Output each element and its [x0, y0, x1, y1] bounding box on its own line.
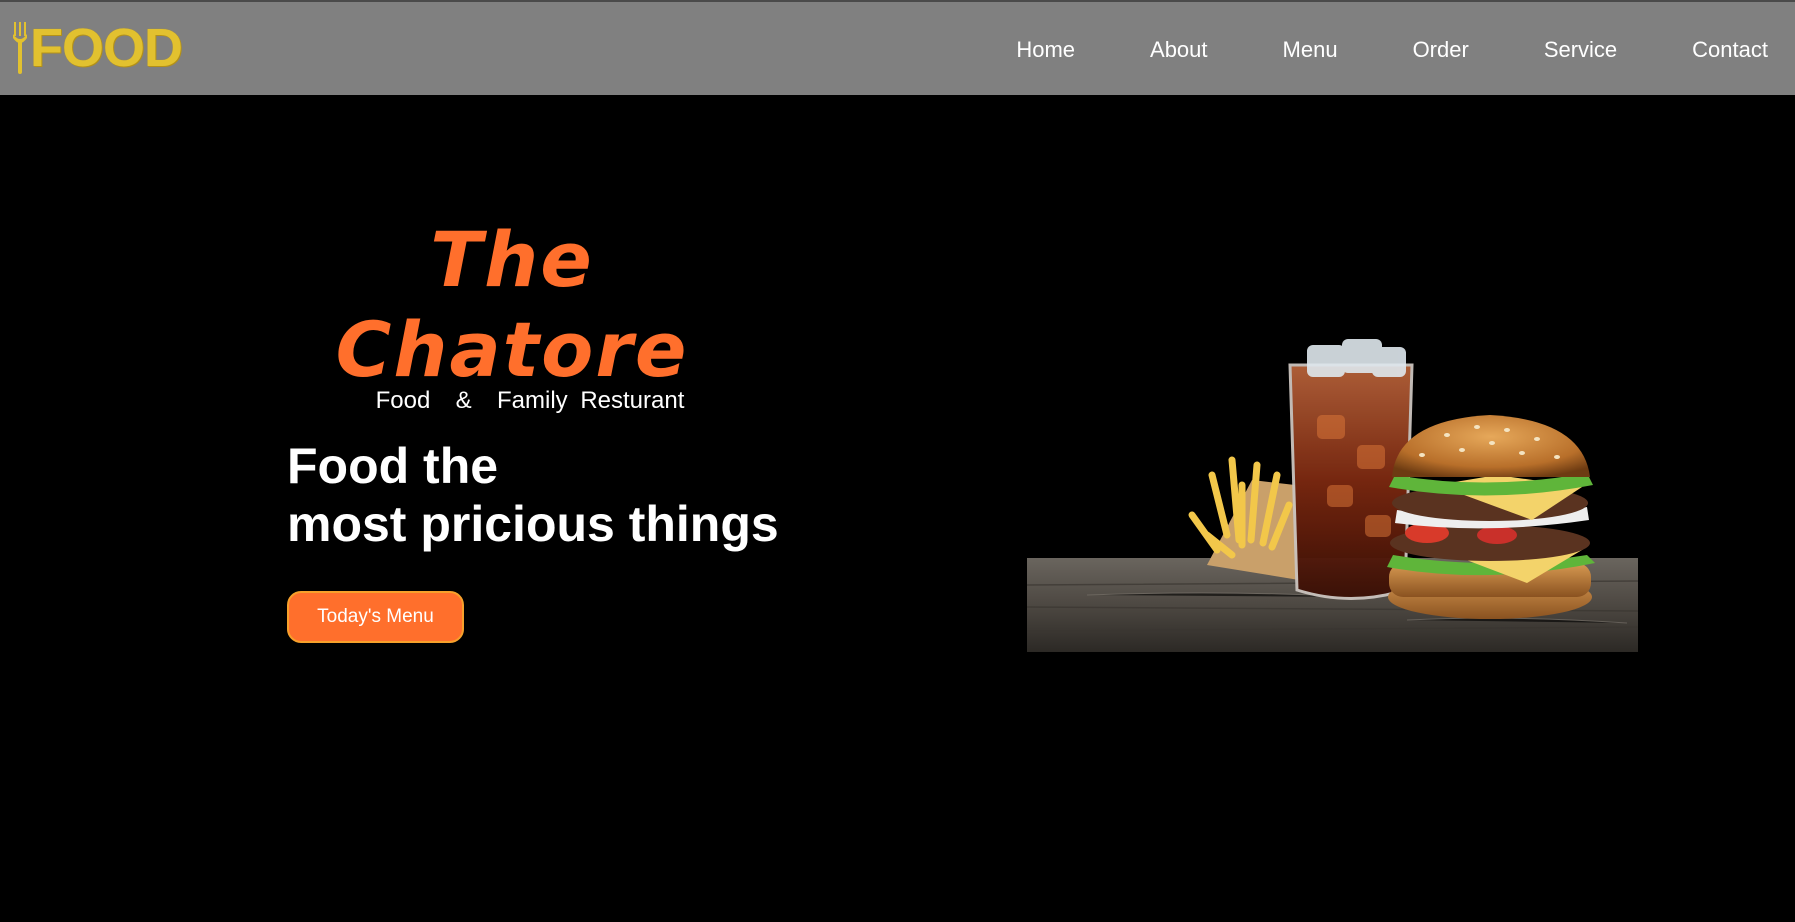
nav-menu[interactable]: Menu: [1283, 37, 1338, 63]
nav-about[interactable]: About: [1150, 37, 1208, 63]
nav-service[interactable]: Service: [1544, 37, 1617, 63]
site-logo[interactable]: FOOD: [12, 18, 183, 78]
logo-text: FOOD: [30, 18, 183, 78]
brand-block: The Chatore Food & Family Resturant: [280, 215, 780, 415]
nav-home[interactable]: Home: [1016, 37, 1075, 63]
navbar: FOOD Home About Menu Order Service Conta…: [0, 0, 1795, 95]
headline-line-1: Food the: [287, 438, 499, 494]
nav-order[interactable]: Order: [1413, 37, 1469, 63]
fork-icon: [13, 22, 27, 74]
burger-fries-cola-image: [1027, 339, 1638, 652]
brand-title: The Chatore: [335, 215, 689, 394]
main-nav: Home About Menu Order Service Contact: [1016, 2, 1768, 97]
headline-line-2: most pricious things: [287, 496, 779, 552]
nav-contact[interactable]: Contact: [1692, 37, 1768, 63]
todays-menu-button[interactable]: Today's Menu: [287, 591, 464, 643]
hero-headline: Food the most pricious things: [287, 437, 779, 553]
